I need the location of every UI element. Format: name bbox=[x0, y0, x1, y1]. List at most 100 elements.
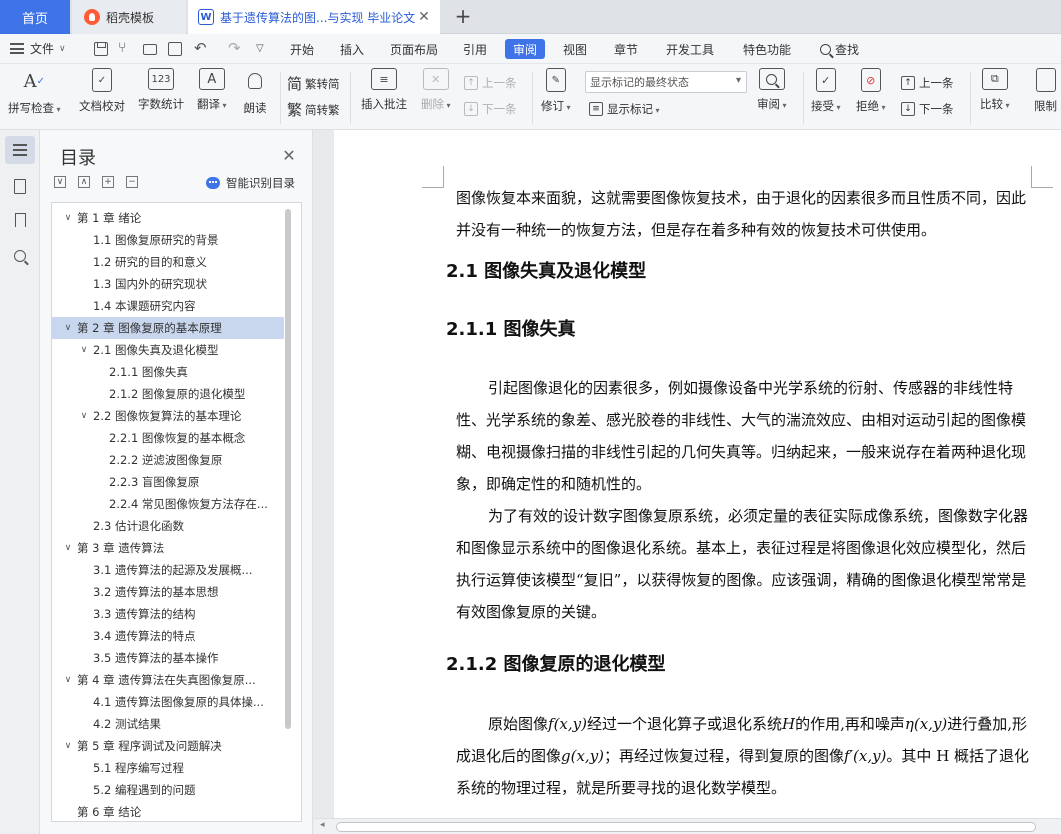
toc-item[interactable]: 2.1.1 图像失真 bbox=[52, 361, 188, 383]
simp-to-trad-button[interactable]: 繁 简转繁 bbox=[287, 99, 340, 120]
pages-nav-button[interactable] bbox=[5, 172, 35, 200]
show-markup-button[interactable]: ≡ 显示标记 bbox=[589, 101, 660, 117]
reject-button[interactable]: ⊘ 拒绝 bbox=[856, 68, 886, 114]
toc-item[interactable]: 2.2.4 常见图像恢复方法存在... bbox=[52, 493, 268, 515]
toc-item[interactable]: 4.1 遗传算法图像复原的具体操... bbox=[52, 691, 264, 713]
horizontal-scrollbar[interactable]: ◂ bbox=[314, 818, 1061, 834]
toc-nav-button[interactable] bbox=[5, 136, 35, 164]
output-pdf-icon[interactable]: ⑂ bbox=[118, 40, 132, 56]
toc-item-label: 2.2.1 图像恢复的基本概念 bbox=[109, 431, 246, 445]
collapse-toggle-icon[interactable]: ∨ bbox=[78, 345, 90, 355]
document-page[interactable]: 图像恢复本来面貌，这就需要图像恢复技术，由于退化的因素很多而且性质不同，因此并没… bbox=[334, 130, 1061, 818]
toc-scrollbar[interactable] bbox=[285, 209, 291, 729]
review-pane-button[interactable]: 审阅 bbox=[757, 68, 787, 112]
collapse-toggle-icon[interactable]: ∨ bbox=[78, 411, 90, 421]
menu-references[interactable]: 引用 bbox=[463, 34, 487, 64]
menu-developer[interactable]: 开发工具 bbox=[666, 34, 714, 64]
collapse-toggle-icon[interactable]: ∨ bbox=[62, 675, 74, 685]
toc-item[interactable]: 3.5 遗传算法的基本操作 bbox=[52, 647, 218, 669]
compare-button[interactable]: ⧉ 比较 bbox=[980, 68, 1010, 112]
toc-item[interactable]: 1.2 研究的目的和意义 bbox=[52, 251, 207, 273]
toc-item[interactable]: ∨ 第 1 章 绪论 bbox=[52, 207, 142, 229]
save-icon[interactable] bbox=[94, 42, 108, 56]
menu-features[interactable]: 特色功能 bbox=[743, 34, 791, 64]
toc-item[interactable]: 第 6 章 结论 bbox=[52, 801, 141, 821]
toc-item[interactable]: 3.3 遗传算法的结构 bbox=[52, 603, 195, 625]
toc-item[interactable]: 1.4 本课题研究内容 bbox=[52, 295, 195, 317]
menu-layout[interactable]: 页面布局 bbox=[390, 34, 438, 64]
undo-icon[interactable]: ↶ bbox=[194, 39, 208, 57]
smart-toc-button[interactable]: 智能识别目录 bbox=[206, 175, 295, 191]
collapse-toggle-icon[interactable]: ∨ bbox=[62, 543, 74, 553]
add-heading-icon[interactable]: + bbox=[102, 176, 114, 188]
collapse-toggle-icon[interactable]: ∨ bbox=[62, 741, 74, 751]
remove-heading-icon[interactable]: − bbox=[126, 176, 138, 188]
restrict-editing-button[interactable]: 限制 bbox=[1034, 68, 1057, 114]
track-changes-button[interactable]: ✎ 修订 bbox=[541, 68, 571, 114]
menu-chapter[interactable]: 章节 bbox=[614, 34, 638, 64]
toc-item[interactable]: ∨ 第 2 章 图像复原的基本原理 bbox=[52, 317, 284, 339]
toc-item[interactable]: ∨ 2.1 图像失真及退化模型 bbox=[52, 339, 219, 361]
toc-item[interactable]: 3.2 遗传算法的基本思想 bbox=[52, 581, 218, 603]
menu-view[interactable]: 视图 bbox=[563, 34, 587, 64]
markup-mode-select[interactable]: 显示标记的最终状态 bbox=[585, 71, 747, 93]
print-icon[interactable] bbox=[143, 44, 157, 55]
toc-item[interactable]: ∨ 2.2 图像恢复算法的基本理论 bbox=[52, 405, 242, 427]
collapse-all-icon[interactable]: ∧ bbox=[78, 176, 90, 188]
toc-item[interactable]: 2.1.2 图像复原的退化模型 bbox=[52, 383, 245, 405]
file-menu-label: 文件 bbox=[30, 42, 55, 56]
accept-button[interactable]: ✓ 接受 bbox=[811, 68, 841, 114]
scrollbar-thumb[interactable] bbox=[336, 822, 1036, 832]
menu-search[interactable]: 查找 bbox=[820, 34, 859, 64]
toc-item[interactable]: 2.2.2 逆滤波图像复原 bbox=[52, 449, 222, 471]
read-aloud-button[interactable]: 朗读 bbox=[242, 68, 268, 116]
find-nav-button[interactable] bbox=[5, 242, 35, 270]
close-tab-icon[interactable]: ✕ bbox=[416, 9, 432, 25]
toc-item[interactable]: 1.1 图像复原研究的背景 bbox=[52, 229, 218, 251]
menu-insert[interactable]: 插入 bbox=[340, 34, 364, 64]
spell-check-button[interactable]: A ✓ 拼写检查 bbox=[8, 68, 61, 116]
trad-to-simp-button[interactable]: 简 繁转简 bbox=[287, 73, 340, 94]
toc-item[interactable]: 1.3 国内外的研究现状 bbox=[52, 273, 207, 295]
insert-comment-button[interactable]: ≡ 插入批注 bbox=[361, 68, 407, 112]
toc-item[interactable]: ∨ 第 3 章 遗传算法 bbox=[52, 537, 165, 559]
toc-item[interactable]: 2.2.3 盲图像复原 bbox=[52, 471, 199, 493]
toc-item[interactable]: 5.2 编程遇到的问题 bbox=[52, 779, 195, 801]
redo-icon[interactable]: ↷ bbox=[228, 39, 242, 57]
prev-comment-button[interactable]: ↑ 上一条 bbox=[464, 75, 517, 91]
doc-check-button[interactable]: ✓ 文档校对 bbox=[79, 68, 125, 114]
bookmarks-nav-button[interactable] bbox=[5, 206, 35, 234]
expand-all-icon[interactable]: ∨ bbox=[54, 176, 66, 188]
tab-template[interactable]: 稻壳模板 bbox=[72, 0, 186, 34]
toc-item[interactable]: ∨ 第 4 章 遗传算法在失真图像复原... bbox=[52, 669, 256, 691]
toc-item[interactable]: 4.2 测试结果 bbox=[52, 713, 161, 735]
menu-review[interactable]: 审阅 bbox=[505, 39, 546, 59]
search-icon bbox=[820, 43, 831, 55]
collapse-toggle-icon[interactable]: ∨ bbox=[62, 323, 74, 333]
toc-item-label: 2.2.4 常见图像恢复方法存在... bbox=[109, 497, 268, 511]
next-comment-button[interactable]: ↓ 下一条 bbox=[464, 101, 517, 117]
toc-item[interactable]: 3.1 遗传算法的起源及发展概... bbox=[52, 559, 252, 581]
toc-item[interactable]: ∨ 第 5 章 程序调试及问题解决 bbox=[52, 735, 222, 757]
file-menu[interactable]: 文件 ∨ bbox=[10, 40, 66, 57]
collapse-toggle-icon[interactable]: ∨ bbox=[62, 213, 74, 223]
tab-home[interactable]: 首页 bbox=[0, 0, 70, 34]
scroll-left-icon[interactable]: ◂ bbox=[320, 820, 325, 830]
new-tab-icon[interactable]: + bbox=[452, 4, 474, 28]
delete-comment-button[interactable]: ✕ 删除 bbox=[421, 68, 451, 112]
tab-document-label: 基于遗传算法的图...与实现 毕业论文 bbox=[220, 10, 416, 25]
prev-change-button[interactable]: ↑ 上一条 bbox=[901, 75, 954, 91]
print-preview-icon[interactable] bbox=[168, 42, 182, 56]
translate-button[interactable]: A 翻译 bbox=[197, 68, 227, 112]
toc-item[interactable]: 5.1 程序编写过程 bbox=[52, 757, 184, 779]
menu-home[interactable]: 开始 bbox=[290, 34, 314, 64]
tab-document[interactable]: W 基于遗传算法的图...与实现 毕业论文 ✕ bbox=[188, 0, 440, 34]
toc-item[interactable]: 2.2.1 图像恢复的基本概念 bbox=[52, 427, 245, 449]
customize-quick-access-icon[interactable]: ▽ bbox=[256, 43, 270, 57]
toc-item[interactable]: 2.3 估计退化函数 bbox=[52, 515, 184, 537]
word-count-button[interactable]: 123 字数统计 bbox=[138, 68, 184, 112]
close-toc-icon[interactable]: ✕ bbox=[280, 146, 298, 165]
next-change-button[interactable]: ↓ 下一条 bbox=[901, 101, 954, 117]
toc-item-label: 1.1 图像复原研究的背景 bbox=[93, 233, 219, 247]
toc-item[interactable]: 3.4 遗传算法的特点 bbox=[52, 625, 195, 647]
